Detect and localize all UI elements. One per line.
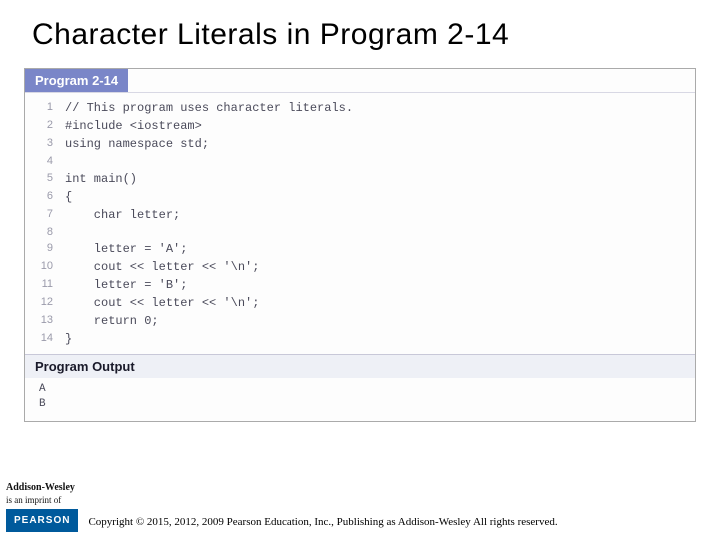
code-line: 13 return 0; [25,312,695,330]
line-number: 7 [25,206,65,224]
pearson-logo: PEARSON [6,509,78,532]
line-number: 14 [25,330,65,348]
slide-title: Character Literals in Program 2-14 [0,0,720,60]
line-number: 11 [25,276,65,294]
code-text: return 0; [65,312,159,330]
addison-wesley-text: Addison-Wesley [6,482,75,493]
code-line: 9 letter = 'A'; [25,240,695,258]
code-text: // This program uses character literals. [65,99,353,117]
line-number: 12 [25,294,65,312]
output-body: AB [25,378,695,421]
code-text: letter = 'B'; [65,276,187,294]
code-line: 7 char letter; [25,206,695,224]
code-line: 3using namespace std; [25,135,695,153]
code-text: int main() [65,170,137,188]
code-text: { [65,188,72,206]
code-line: 4 [25,153,695,170]
code-text: cout << letter << '\n'; [65,294,259,312]
footer: Addison-Wesley is an imprint of PEARSON … [0,482,720,532]
code-line: 12 cout << letter << '\n'; [25,294,695,312]
code-text: using namespace std; [65,135,209,153]
line-number: 1 [25,99,65,117]
publisher-logo: Addison-Wesley is an imprint of PEARSON [0,482,78,532]
copyright-text: Copyright © 2015, 2012, 2009 Pearson Edu… [78,516,557,532]
code-line: 11 letter = 'B'; [25,276,695,294]
output-line: B [39,397,681,412]
code-text: } [65,330,72,348]
program-header: Program 2-14 [25,69,128,92]
code-text: letter = 'A'; [65,240,187,258]
code-line: 8 [25,224,695,241]
code-line: 10 cout << letter << '\n'; [25,258,695,276]
code-text: char letter; [65,206,180,224]
program-box: Program 2-14 1// This program uses chara… [24,68,696,422]
output-header: Program Output [25,354,695,378]
line-number: 2 [25,117,65,135]
code-line: 1// This program uses character literals… [25,99,695,117]
line-number: 8 [25,224,65,241]
line-number: 6 [25,188,65,206]
line-number: 10 [25,258,65,276]
imprint-text: is an imprint of [6,495,61,505]
code-line: 2#include <iostream> [25,117,695,135]
line-number: 9 [25,240,65,258]
code-text: #include <iostream> [65,117,202,135]
program-header-wrap: Program 2-14 [25,69,695,93]
code-line: 6{ [25,188,695,206]
output-line: A [39,382,681,397]
code-text: cout << letter << '\n'; [65,258,259,276]
line-number: 4 [25,153,65,170]
code-line: 14} [25,330,695,348]
code-listing: 1// This program uses character literals… [25,93,695,354]
line-number: 13 [25,312,65,330]
code-line: 5int main() [25,170,695,188]
line-number: 5 [25,170,65,188]
line-number: 3 [25,135,65,153]
